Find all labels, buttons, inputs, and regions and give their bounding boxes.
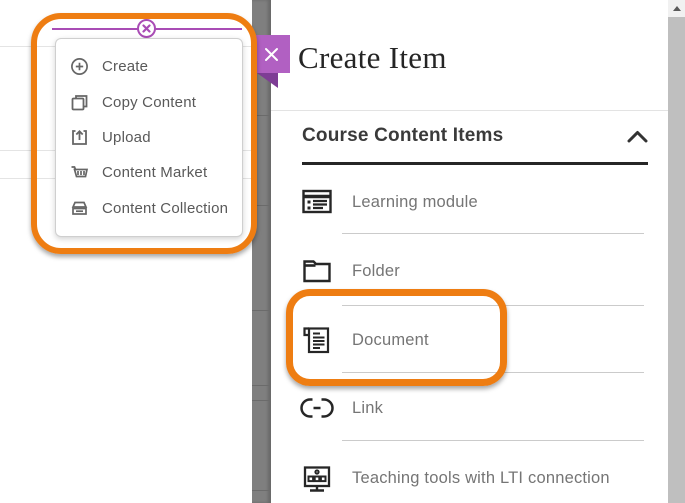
panel-close-button[interactable] (252, 35, 290, 73)
upload-icon (70, 128, 89, 147)
strip-row-divider (252, 490, 271, 491)
scrollbar-up-button[interactable] (668, 0, 685, 17)
content-item-label: Teaching tools with LTI connection (352, 468, 610, 487)
item-divider (342, 233, 644, 234)
content-item-learning-module[interactable]: Learning module (300, 183, 644, 221)
insertion-point-close-button[interactable] (137, 19, 156, 38)
copy-icon (70, 93, 89, 112)
strip-row-divider (252, 400, 271, 401)
item-divider (342, 305, 644, 306)
content-item-label: Link (352, 398, 384, 417)
content-item-document[interactable]: Document (300, 321, 644, 359)
strip-row-divider (252, 205, 271, 206)
menu-item-label: Upload (102, 129, 151, 146)
plus-circle-icon (70, 57, 89, 76)
menu-item-label: Content Collection (102, 199, 229, 217)
panel-scrollbar (668, 0, 685, 503)
section-title: Course Content Items (302, 125, 504, 146)
lti-connection-icon (300, 461, 334, 495)
content-market-icon (70, 163, 89, 182)
panel-divider (271, 110, 668, 111)
scroll-up-arrow-icon (672, 6, 681, 11)
content-item-label: Document (352, 330, 429, 349)
item-divider (342, 372, 644, 373)
menu-item-upload[interactable]: Upload (56, 120, 242, 155)
create-context-menu: Create Copy Content Upload Content Marke… (55, 38, 243, 237)
menu-item-label: Copy Content (102, 93, 197, 111)
close-button-fold (257, 73, 278, 88)
link-icon (300, 391, 334, 425)
chevron-up-icon[interactable] (627, 130, 648, 143)
item-divider (342, 440, 644, 441)
strip-row-divider (252, 385, 271, 386)
menu-item-content-collection[interactable]: Content Collection (56, 191, 242, 226)
content-item-folder[interactable]: Folder (300, 252, 644, 290)
circle-x-icon (142, 24, 151, 33)
menu-item-copy-content[interactable]: Copy Content (56, 84, 242, 119)
menu-item-content-market[interactable]: Content Market (56, 155, 242, 190)
menu-item-label: Content Market (102, 164, 208, 182)
content-item-label: Learning module (352, 192, 478, 211)
document-icon (300, 323, 334, 357)
scrollbar-thumb[interactable] (668, 17, 685, 503)
screenshot-root: Create Copy Content Upload Content Marke… (0, 0, 685, 503)
content-item-teaching-tools-lti[interactable]: Teaching tools with LTI connection (300, 459, 644, 497)
learning-module-icon (300, 185, 334, 219)
folder-icon (300, 254, 334, 288)
strip-row-divider (252, 115, 271, 116)
menu-item-create[interactable]: Create (56, 49, 242, 84)
strip-row-divider (252, 310, 271, 311)
close-icon (263, 46, 280, 63)
content-item-link[interactable]: Link (300, 389, 644, 427)
menu-item-label: Create (102, 58, 149, 76)
content-item-label: Folder (352, 261, 400, 280)
section-underline (302, 162, 648, 165)
course-content-items-section-header: Course Content Items (302, 122, 648, 150)
content-collection-icon (70, 199, 89, 218)
panel-title: Create Item (298, 40, 447, 75)
